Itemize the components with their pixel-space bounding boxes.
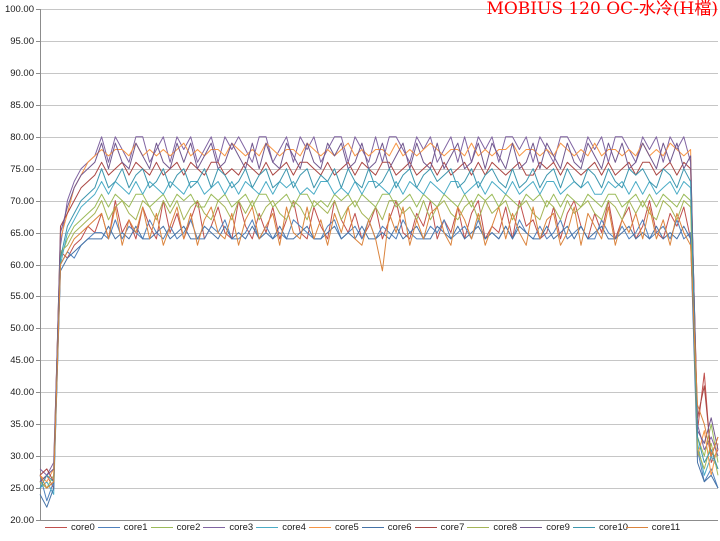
chart-plot-area: [36, 9, 719, 521]
y-tick-label: 75.00: [10, 163, 34, 175]
y-tick-label: 90.00: [10, 67, 34, 79]
series-lines: [39, 136, 719, 508]
y-tick-label: 45.00: [10, 354, 34, 366]
y-tick-label: 25.00: [10, 482, 34, 494]
y-tick-label: 40.00: [10, 386, 34, 398]
y-tick-label: 70.00: [10, 195, 34, 207]
y-tick-label: 80.00: [10, 131, 34, 143]
series-line-core6: [39, 225, 719, 508]
temperature-line-chart: 20.00 25.00 30.00 35.00 40.00 45.00 50.00 55.00…: [0, 0, 720, 541]
y-tick-label: 60.00: [10, 259, 34, 271]
y-tick-label: 65.00: [10, 227, 34, 239]
y-axis: 20.00 25.00 30.00 35.00 40.00 45.00 50.00 55.00…: [0, 0, 40, 541]
series-line-core0: [39, 200, 719, 489]
y-tick-label: 95.00: [10, 35, 34, 47]
y-tick-label: 35.00: [10, 418, 34, 430]
y-tick-label: 100.00: [4, 3, 34, 15]
series-line-core4: [39, 181, 719, 495]
y-tick-label: 30.00: [10, 450, 34, 462]
y-tick-label: 20.00: [10, 514, 34, 526]
chart-title: MOBIUS 120 OC-水冷(H檔): [486, 0, 718, 19]
series-line-core11: [39, 206, 719, 489]
series-line-core8: [39, 200, 719, 489]
y-tick-label: 55.00: [10, 290, 34, 302]
y-tick-label: 85.00: [10, 99, 34, 111]
gridlines: [36, 9, 718, 521]
y-tick-label: 50.00: [10, 322, 34, 334]
